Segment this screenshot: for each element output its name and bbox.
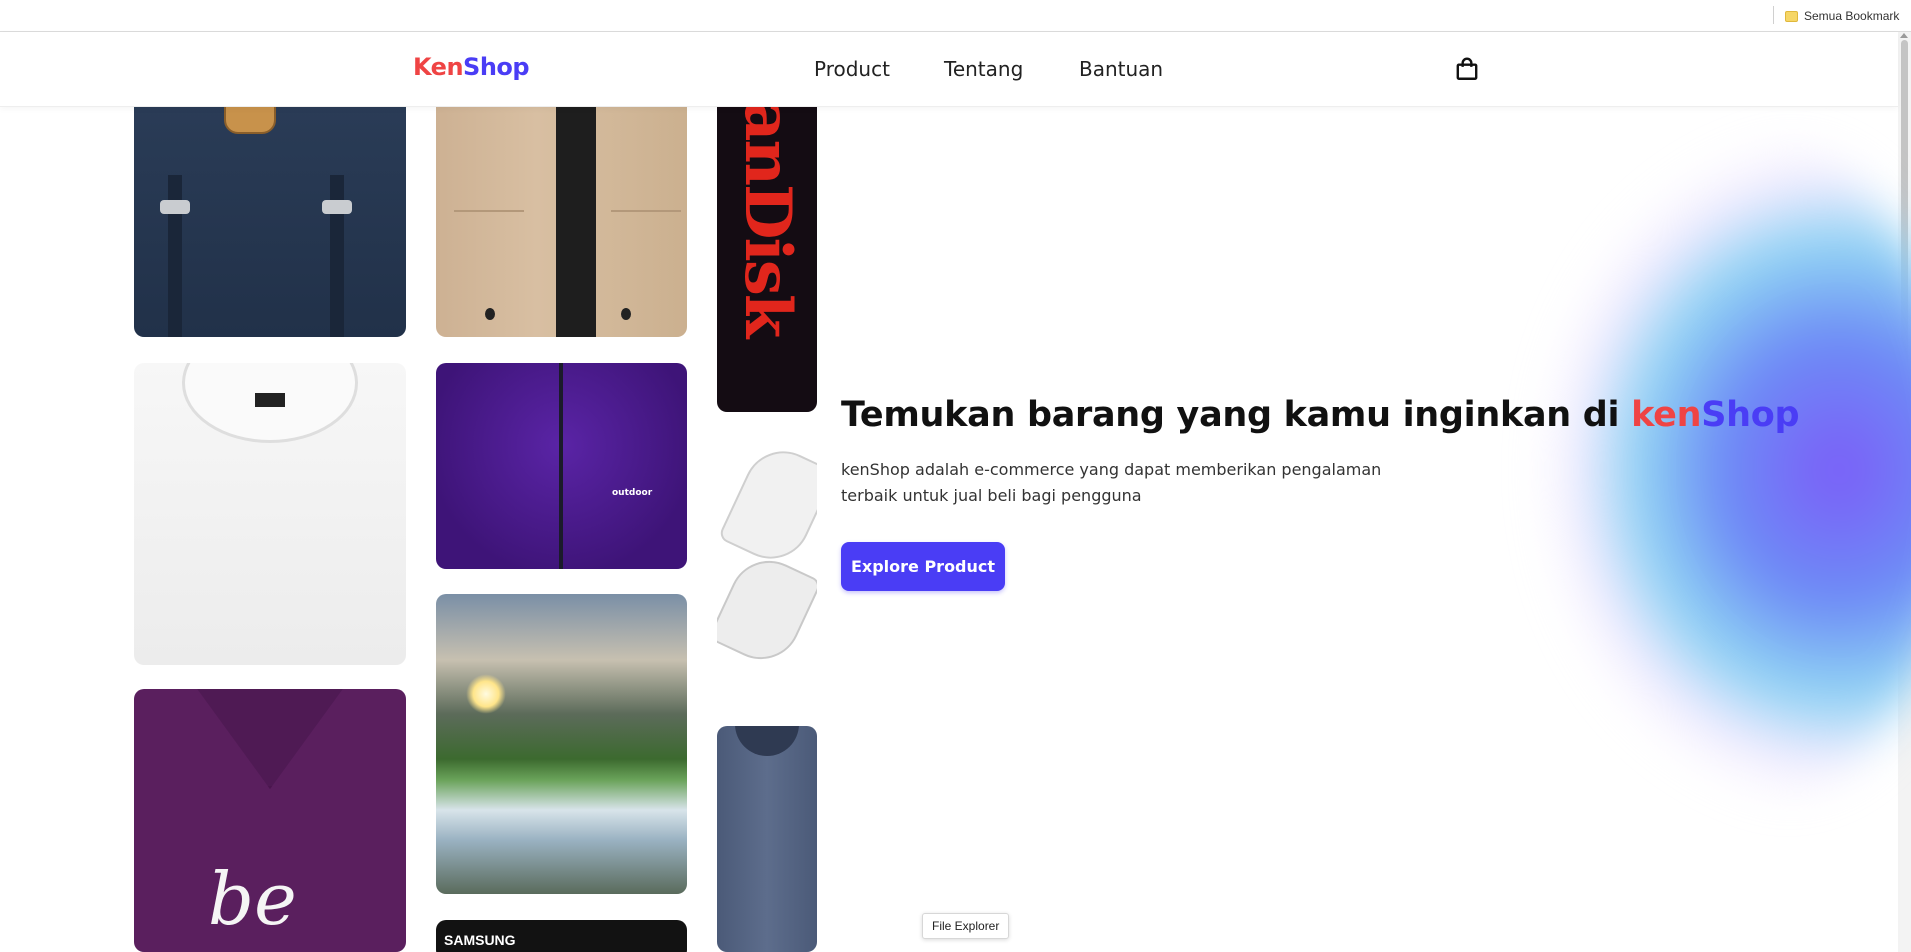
hero-description-line2: terbaik untuk jual beli bagi pengguna [841, 486, 1142, 505]
bookmark-separator [1773, 6, 1774, 24]
product-image-samsung[interactable]: SAMSUNG [436, 920, 687, 952]
product-image-jacket[interactable] [436, 80, 687, 337]
explore-product-button[interactable]: Explore Product [841, 542, 1005, 591]
all-bookmarks-label: Semua Bookmark [1804, 9, 1900, 23]
product-image-purple-fleece[interactable]: outdoor [436, 363, 687, 569]
folder-icon [1785, 10, 1798, 22]
hero-description: kenShop adalah e-commerce yang dapat mem… [841, 457, 1441, 509]
product-image-sneakers[interactable] [717, 440, 817, 680]
product-image-purple-tshirt[interactable]: be [134, 689, 406, 952]
nav-link-product[interactable]: Product [814, 57, 890, 81]
hero-title-ken: ken [1631, 395, 1702, 435]
product-image-backpack[interactable] [134, 80, 406, 337]
nav-link-tentang[interactable]: Tentang [944, 57, 1023, 81]
logo[interactable]: KenShop [413, 53, 530, 81]
logo-ken: Ken [413, 53, 464, 81]
hero-title: Temukan barang yang kamu inginkan di ken… [841, 395, 1800, 435]
shopping-bag-icon[interactable] [1454, 56, 1480, 82]
bookmark-bar: Semua Bookmark [0, 0, 1911, 32]
hero-title-prefix: Temukan barang yang kamu inginkan di [841, 395, 1632, 435]
gradient-blob [1545, 140, 1911, 800]
tshirt-print-text: be [208, 857, 297, 941]
file-explorer-tooltip: File Explorer [922, 913, 1010, 939]
hero-title-shop: Shop [1701, 395, 1800, 435]
all-bookmarks-button[interactable]: Semua Bookmark [1785, 6, 1899, 26]
logo-shop: Shop [463, 53, 530, 81]
product-image-blue-shirt[interactable] [717, 726, 817, 952]
navbar: KenShop Product Tentang Bantuan [0, 32, 1898, 107]
product-image-white-tshirt[interactable] [134, 363, 406, 665]
tshirt-label [255, 393, 285, 407]
fleece-logo-text: outdoor [612, 488, 653, 498]
samsung-brand-text: SAMSUNG [444, 932, 516, 948]
product-image-waterfall[interactable] [436, 594, 687, 894]
nav-link-bantuan[interactable]: Bantuan [1079, 57, 1163, 81]
sandisk-brand-text: anDisk [730, 100, 805, 337]
hero-description-line1: kenShop adalah e-commerce yang dapat mem… [841, 460, 1382, 479]
product-image-sandisk[interactable]: anDisk [717, 80, 817, 412]
scroll-up-arrow-icon[interactable] [1900, 33, 1908, 38]
